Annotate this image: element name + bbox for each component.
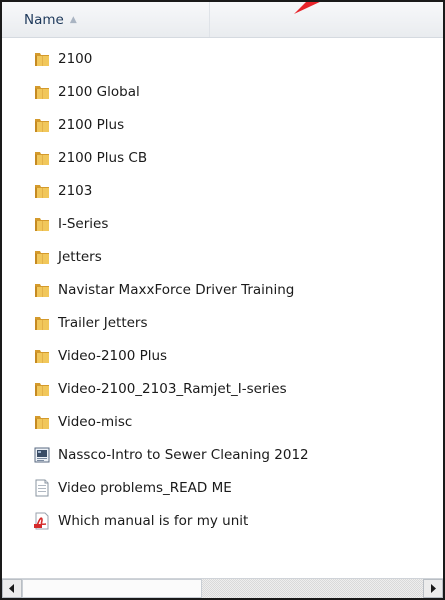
- file-row[interactable]: 2100: [2, 42, 443, 75]
- file-name: Video-2100_2103_Ramjet_I-series: [58, 380, 287, 397]
- scrollbar-thumb[interactable]: [22, 579, 202, 598]
- file-row[interactable]: Jetters: [2, 240, 443, 273]
- file-name: Navistar MaxxForce Driver Training: [58, 281, 295, 298]
- scroll-left-arrow-icon: [9, 584, 14, 593]
- scroll-left-button[interactable]: [2, 579, 22, 598]
- column-header-bar: Name ▲: [2, 2, 443, 38]
- name-column-header[interactable]: Name ▲: [2, 2, 210, 37]
- red-arrow-icon: [294, 2, 320, 14]
- file-row[interactable]: Which manual is for my unit: [2, 504, 443, 537]
- folder-icon: [32, 214, 52, 234]
- file-row[interactable]: Nassco-Intro to Sewer Cleaning 2012: [2, 438, 443, 471]
- file-name: Video problems_READ ME: [58, 479, 232, 496]
- file-name: Nassco-Intro to Sewer Cleaning 2012: [58, 446, 309, 463]
- file-name: 2100: [58, 50, 93, 67]
- file-row[interactable]: 2100 Plus: [2, 108, 443, 141]
- file-name: Which manual is for my unit: [58, 512, 249, 529]
- pdf-file-icon: [32, 511, 52, 531]
- file-row[interactable]: Video problems_READ ME: [2, 471, 443, 504]
- folder-icon: [32, 49, 52, 69]
- folder-icon: [32, 346, 52, 366]
- folder-icon: [32, 379, 52, 399]
- file-row[interactable]: Video-2100_2103_Ramjet_I-series: [2, 372, 443, 405]
- file-name: Trailer Jetters: [58, 314, 148, 331]
- video-file-icon: [32, 445, 52, 465]
- file-row[interactable]: Video-misc: [2, 405, 443, 438]
- file-row[interactable]: 2103: [2, 174, 443, 207]
- file-name: 2100 Plus CB: [58, 149, 148, 166]
- folder-icon: [32, 313, 52, 333]
- file-row[interactable]: Video-2100 Plus: [2, 339, 443, 372]
- file-name: 2103: [58, 182, 93, 199]
- folder-icon: [32, 247, 52, 267]
- name-column-label: Name: [24, 12, 64, 28]
- file-name: Video-2100 Plus: [58, 347, 168, 364]
- file-name: I-Series: [58, 215, 109, 232]
- scroll-right-arrow-icon: [431, 584, 436, 593]
- folder-icon: [32, 148, 52, 168]
- folder-icon: [32, 82, 52, 102]
- horizontal-scrollbar[interactable]: [2, 578, 443, 598]
- folder-icon: [32, 412, 52, 432]
- scroll-right-button[interactable]: [423, 579, 443, 598]
- sort-ascending-icon: ▲: [69, 15, 77, 25]
- file-name: 2100 Plus: [58, 116, 125, 133]
- file-row[interactable]: Navistar MaxxForce Driver Training: [2, 273, 443, 306]
- file-name: Video-misc: [58, 413, 133, 430]
- file-list-window: Name ▲ 2100 2100 Global 2100 Plus 2100 Plus …: [0, 0, 445, 600]
- file-list: 2100 2100 Global 2100 Plus 2100 Plus CB 2103…: [2, 42, 443, 537]
- file-name: Jetters: [58, 248, 102, 265]
- file-row[interactable]: 2100 Plus CB: [2, 141, 443, 174]
- folder-icon: [32, 181, 52, 201]
- folder-icon: [32, 280, 52, 300]
- folder-icon: [32, 115, 52, 135]
- file-row[interactable]: I-Series: [2, 207, 443, 240]
- file-row[interactable]: 2100 Global: [2, 75, 443, 108]
- file-name: 2100 Global: [58, 83, 140, 100]
- text-file-icon: [32, 478, 52, 498]
- file-row[interactable]: Trailer Jetters: [2, 306, 443, 339]
